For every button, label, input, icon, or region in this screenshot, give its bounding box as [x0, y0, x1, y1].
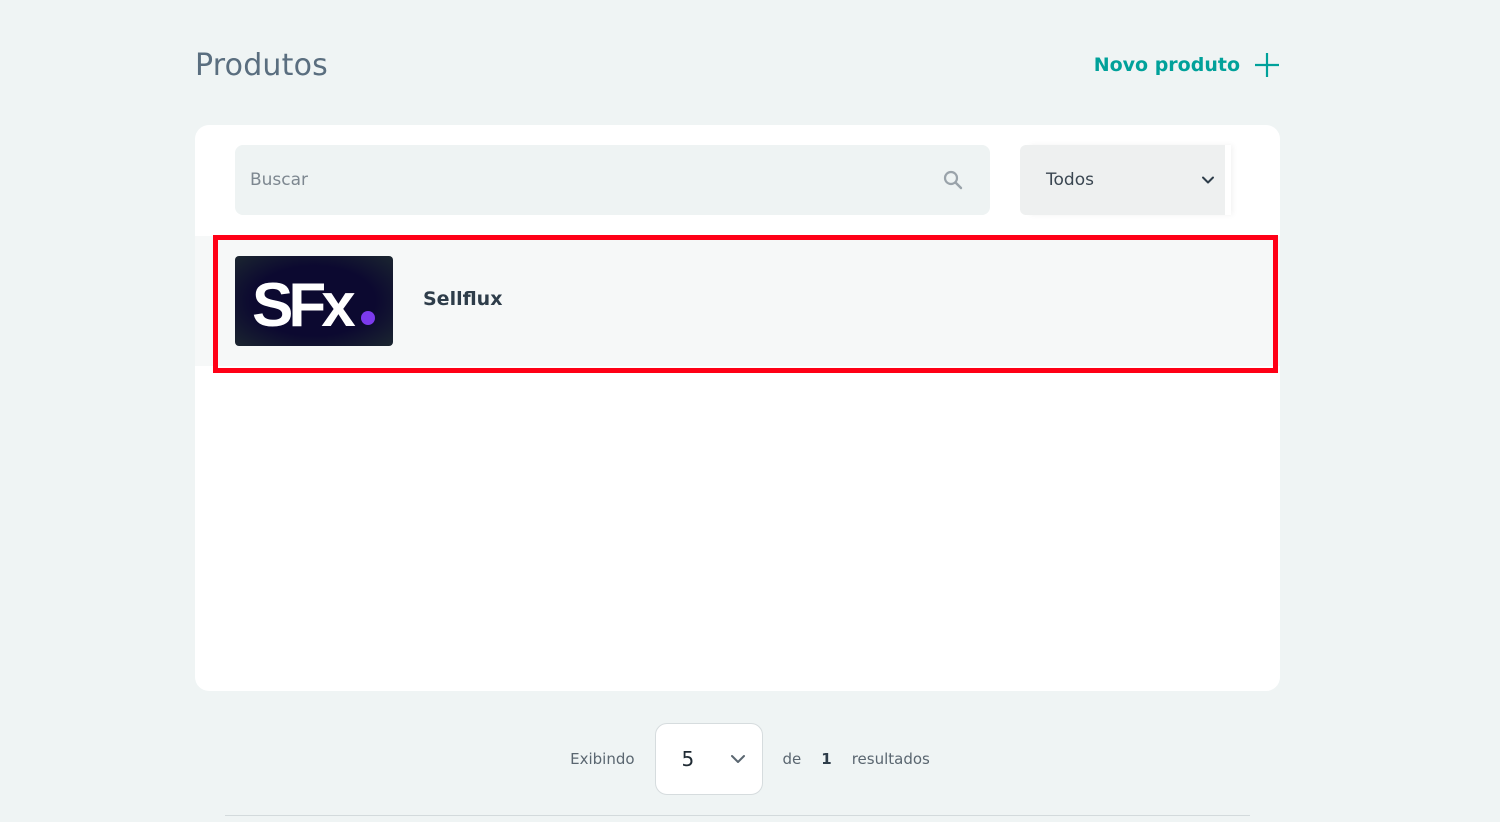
- new-product-label: Novo produto: [1093, 54, 1240, 76]
- bottom-divider: [225, 815, 1250, 816]
- plus-icon: [1255, 53, 1279, 77]
- new-product-button[interactable]: Novo produto: [1094, 52, 1280, 78]
- per-page-select[interactable]: 5: [654, 723, 763, 795]
- pagination-total: 1: [821, 750, 832, 768]
- page-title: Produtos: [195, 47, 328, 83]
- per-page-value: 5: [681, 747, 695, 771]
- product-row[interactable]: SFx Sellflux: [195, 236, 1280, 366]
- filter-selected-label: Todos: [1046, 170, 1094, 190]
- search-box: [235, 145, 990, 215]
- search-icon[interactable]: [943, 170, 963, 190]
- chevron-down-icon: [1202, 176, 1214, 184]
- logo-text: SFx: [252, 271, 356, 340]
- status-filter-select[interactable]: Todos: [1020, 145, 1225, 215]
- product-name: Sellflux: [423, 288, 503, 310]
- search-input[interactable]: [250, 170, 943, 190]
- logo-dot: [361, 311, 375, 325]
- pagination-of-label: de: [782, 750, 802, 768]
- pagination: Exibindo 5 de 1 resultados: [0, 723, 1500, 795]
- sellflux-logo: SFx: [252, 271, 375, 340]
- page-header: Produtos Novo produto: [195, 40, 1280, 90]
- pagination-results-label: resultados: [851, 750, 930, 768]
- chevron-down-icon: [730, 755, 745, 763]
- products-card: Todos SFx Sellflux: [195, 125, 1280, 691]
- product-logo: SFx: [235, 256, 393, 346]
- pagination-showing-label: Exibindo: [570, 750, 635, 768]
